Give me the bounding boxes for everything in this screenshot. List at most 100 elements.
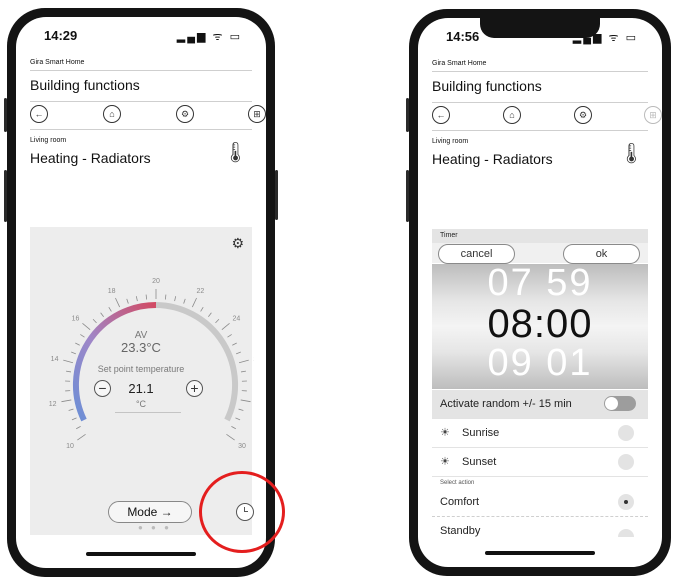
standby-label: Standby [440, 525, 481, 537]
dial-tick [221, 322, 230, 331]
section-title: Building functions [432, 78, 542, 94]
settings-icon[interactable]: ⚙ [574, 106, 592, 124]
dial-tick [76, 426, 81, 430]
divider [30, 129, 252, 130]
cancel-button[interactable]: cancel [438, 244, 515, 264]
timer-header: Timer [432, 229, 648, 243]
comfort-radio[interactable] [618, 494, 634, 510]
back-icon[interactable]: ← [432, 106, 450, 124]
nav-bar: ← ⌂ ⚙ ⊞ [432, 106, 662, 126]
status-icons: ▂▄▆ ᯤ ▭ [176, 31, 242, 43]
random-label: Activate random +/- 15 min [440, 398, 572, 410]
dial-tick [215, 318, 220, 324]
home-indicator [86, 552, 196, 556]
divider [30, 101, 252, 102]
dial-tick [238, 359, 249, 364]
side-button [406, 98, 409, 132]
panel-settings-icon[interactable]: ⚙ [231, 235, 244, 252]
sunrise-label: Sunrise [462, 427, 500, 439]
back-icon[interactable]: ← [30, 105, 48, 123]
highlight-circle [199, 471, 285, 553]
sunset-label: Sunset [462, 456, 497, 468]
dial-scale-label: 18 [108, 288, 116, 295]
actual-value: 23.3°C [121, 340, 161, 355]
status-time: 14:29 [44, 28, 78, 43]
setpoint-value: 21.1 [128, 381, 154, 396]
dial-tick [231, 426, 236, 430]
side-button [275, 170, 278, 220]
right-phone: 14:56 ▂▄▆ ᯤ ▭ Gira Smart Home Building f… [409, 9, 671, 576]
side-button [4, 170, 7, 222]
home-icon[interactable]: ⌂ [503, 106, 521, 124]
dial-scale-label: 10 [66, 443, 74, 450]
dial-tick [108, 306, 112, 312]
increase-button[interactable]: + [186, 380, 203, 397]
divider [432, 130, 648, 131]
dial-scale-label: 20 [152, 278, 160, 285]
dial-tick [135, 296, 138, 302]
standby-row[interactable]: Standby [432, 517, 648, 537]
dial-tick [100, 312, 104, 318]
grid-icon[interactable]: ⊞ [644, 106, 662, 124]
time-selected: 08:00 [487, 302, 593, 346]
status-icons: ▂▄▆ ᯤ ▭ [572, 32, 638, 44]
ok-button[interactable]: ok [563, 244, 640, 264]
dial-scale-label: 30 [238, 443, 246, 450]
section-title: Building functions [30, 77, 140, 93]
home-indicator [485, 551, 595, 555]
dial-tick [235, 417, 241, 421]
random-row: Activate random +/- 15 min [432, 390, 648, 419]
dial-tick [208, 312, 212, 318]
divider [432, 102, 648, 103]
sunset-row[interactable]: ☀ Sunset [432, 448, 648, 477]
page-title: Heating - Radiators [30, 150, 151, 166]
time-picker[interactable]: 07 59 08:00 09 01 [432, 262, 648, 389]
dial-tick [191, 297, 197, 308]
side-button [4, 98, 7, 132]
right-screen: 14:56 ▂▄▆ ᯤ ▭ Gira Smart Home Building f… [418, 18, 662, 567]
timer-actions: cancel ok [432, 243, 648, 264]
dial-tick [82, 322, 91, 331]
sunrise-row[interactable]: ☀ Sunrise [432, 419, 648, 448]
standby-radio[interactable] [618, 529, 634, 537]
dial-tick [183, 298, 186, 304]
unit-label: °C [135, 399, 147, 409]
sunset-icon: ☀ [440, 456, 450, 468]
dial-tick [200, 306, 204, 312]
comfort-row[interactable]: Comfort [432, 488, 648, 517]
comfort-label: Comfort [440, 496, 480, 508]
nav-bar: ← ⌂ ⚙ ⊞ [30, 105, 266, 125]
sunset-radio[interactable] [618, 454, 634, 470]
dial-scale-label: 16 [72, 316, 80, 323]
random-toggle[interactable] [604, 396, 636, 411]
app-label: Gira Smart Home [30, 59, 85, 66]
dial-tick [92, 318, 97, 324]
divider [432, 71, 648, 72]
dial-tick [68, 408, 74, 411]
status-bar: 14:56 ▂▄▆ ᯤ ▭ [418, 18, 662, 48]
grid-icon[interactable]: ⊞ [248, 105, 266, 123]
time-prev: 07 59 [487, 262, 593, 304]
mode-button[interactable]: Mode → [108, 501, 192, 523]
dial-tick [145, 294, 148, 300]
dial-tick [226, 433, 235, 441]
home-icon[interactable]: ⌂ [103, 105, 121, 123]
settings-icon[interactable]: ⚙ [176, 105, 194, 123]
page-indicator: ● ● ● [138, 523, 172, 532]
setpoint-underline [115, 412, 181, 413]
dial-tick [126, 298, 129, 304]
dial-scale-label: 14 [51, 356, 59, 363]
app-label: Gira Smart Home [432, 60, 487, 67]
status-bar: 14:29 ▂▄▆ ᯤ ▭ [16, 17, 266, 47]
time-next: 09 01 [487, 342, 593, 384]
room-label: Living room [432, 138, 469, 145]
sunrise-radio[interactable] [618, 425, 634, 441]
dial-scale-label: 22 [196, 288, 204, 295]
dial-tick [77, 433, 86, 441]
dial-tick [174, 296, 177, 302]
page-title: Heating - Radiators [432, 151, 553, 167]
select-action-label: Select action [440, 480, 475, 486]
side-button [406, 170, 409, 222]
dial-tick [164, 294, 167, 300]
timer-header-label: Timer [440, 232, 458, 239]
